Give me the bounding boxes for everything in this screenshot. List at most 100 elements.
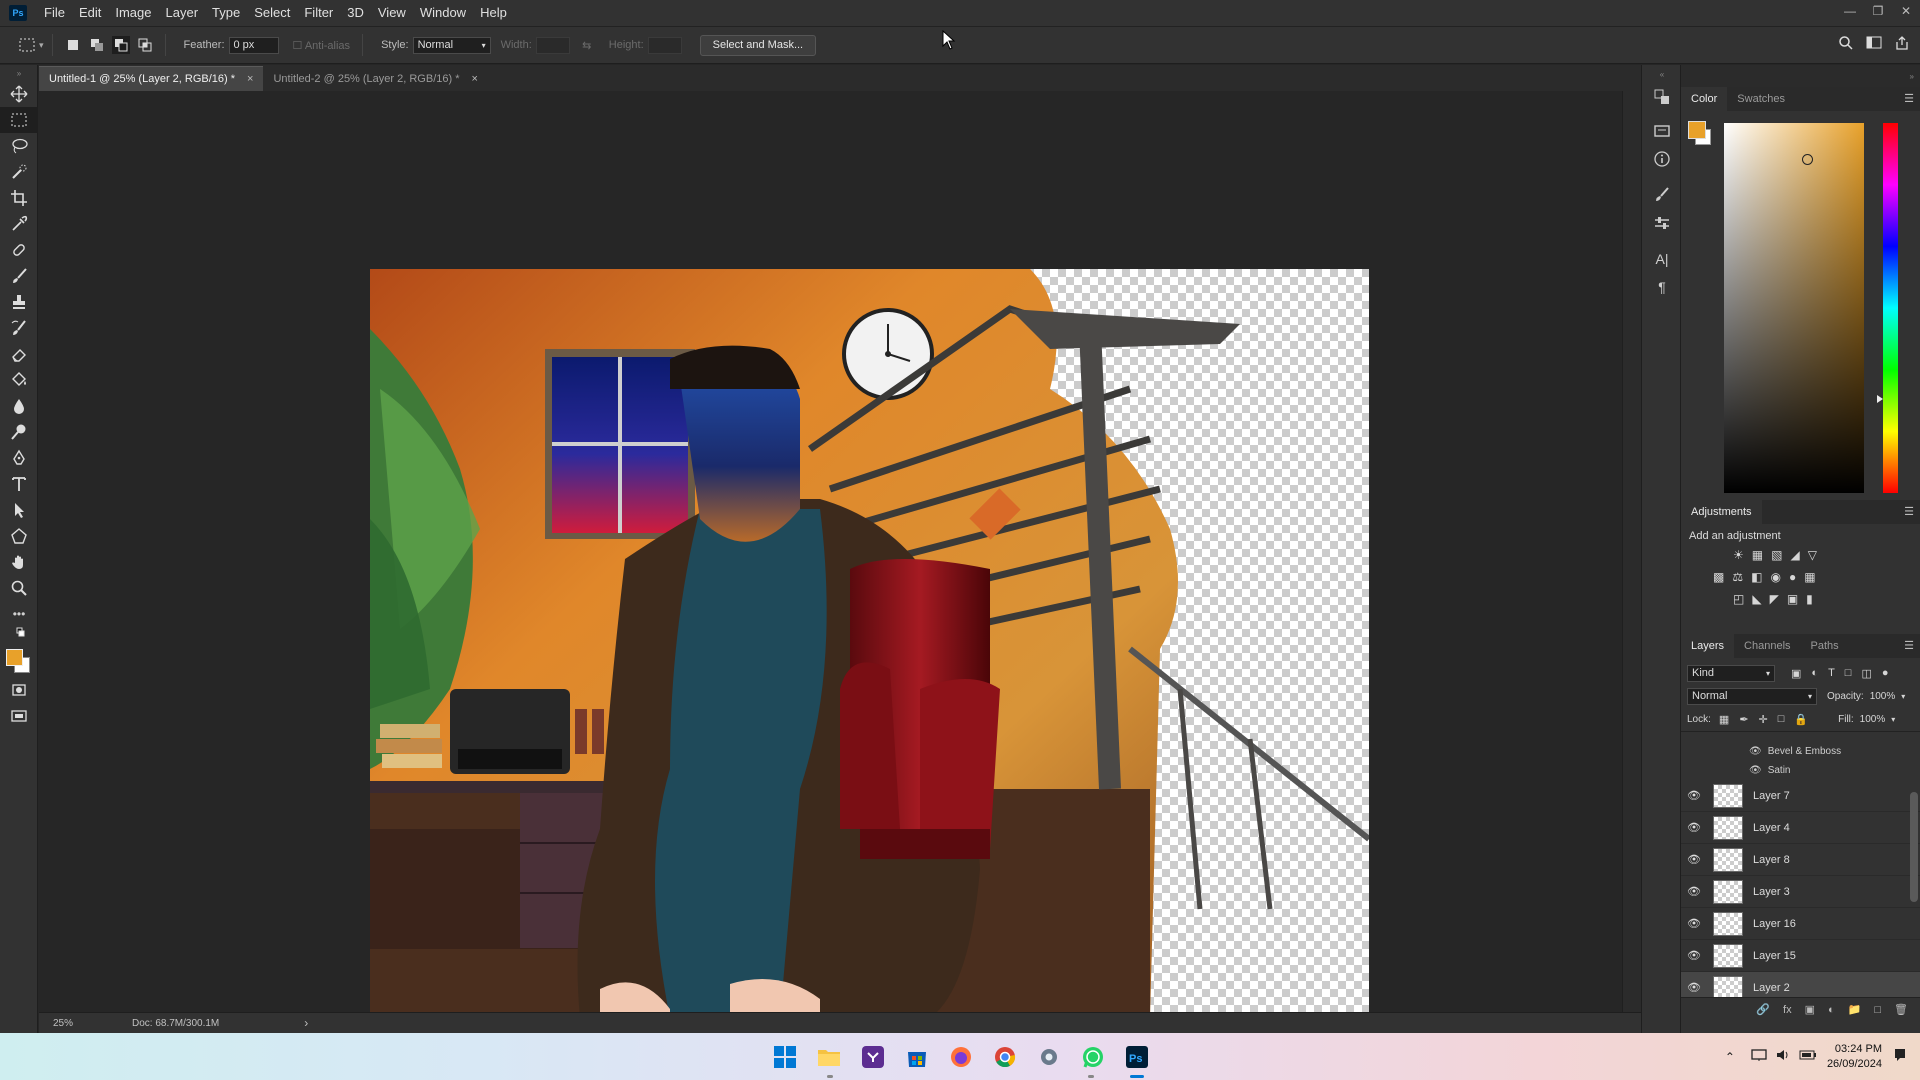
document-canvas[interactable] <box>370 269 1369 1018</box>
hue-saturation-icon[interactable]: ▩ <box>1713 570 1724 584</box>
screen-mode-icon[interactable] <box>0 703 38 729</box>
clone-stamp-tool-icon[interactable] <box>0 289 38 315</box>
workspace-icon[interactable] <box>1866 35 1882 54</box>
share-icon[interactable] <box>1894 35 1910 54</box>
pen-tool-icon[interactable] <box>0 445 38 471</box>
properties-panel-icon[interactable] <box>1642 117 1682 145</box>
new-adjustment-icon[interactable]: ◐ <box>1828 1004 1835 1016</box>
hue-slider-handle[interactable] <box>1877 395 1883 403</box>
settings-icon[interactable] <box>1034 1042 1064 1072</box>
channel-mixer-icon[interactable]: ● <box>1789 570 1796 584</box>
default-colors-icon[interactable] <box>0 627 38 645</box>
collapse-icon[interactable]: « <box>1642 65 1682 83</box>
layer-row[interactable]: 👁 Layer 7 <box>1681 780 1920 812</box>
black-white-icon[interactable]: ◧ <box>1751 570 1762 584</box>
network-icon[interactable] <box>1751 1048 1767 1065</box>
vibrance-icon[interactable]: ▽ <box>1808 548 1817 562</box>
zoom-tool-icon[interactable] <box>0 575 38 601</box>
color-field[interactable] <box>1724 123 1864 493</box>
notification-icon[interactable] <box>1892 1047 1908 1066</box>
layer-filter-select[interactable]: Kind ▾ <box>1687 664 1775 682</box>
blend-mode-select[interactable]: Normal ▾ <box>1687 687 1817 705</box>
feather-input[interactable]: 0 px <box>228 36 279 54</box>
layer-row[interactable]: 👁 Layer 15 <box>1681 940 1920 972</box>
type-tool-icon[interactable] <box>0 471 38 497</box>
volume-icon[interactable] <box>1775 1048 1791 1065</box>
adjustment-filter-icon[interactable]: ◐ <box>1811 667 1818 680</box>
photoshop-taskbar-icon[interactable]: Ps <box>1122 1042 1152 1072</box>
panel-menu-icon[interactable]: ☰ <box>1904 505 1914 518</box>
width-input[interactable] <box>535 36 570 54</box>
color-balance-icon[interactable]: ⚖ <box>1732 570 1743 584</box>
menu-type[interactable]: Type <box>205 0 247 26</box>
tab-paths[interactable]: Paths <box>1801 634 1849 658</box>
adjustment-sliders-icon[interactable] <box>1642 209 1682 237</box>
eye-icon[interactable]: 👁 <box>1681 821 1707 834</box>
chevron-up-icon[interactable]: ⌃ <box>1725 1050 1735 1064</box>
clock[interactable]: 03:24 PM 26/09/2024 <box>1827 1042 1882 1072</box>
layer-row[interactable]: 👁 Layer 16 <box>1681 908 1920 940</box>
delete-layer-icon[interactable]: 🗑 <box>1894 1003 1908 1016</box>
history-panel-icon[interactable] <box>1642 83 1682 111</box>
curves-icon[interactable]: ▧ <box>1771 548 1782 562</box>
whatsapp-icon[interactable] <box>1078 1042 1108 1072</box>
lock-position-icon[interactable]: ✛ <box>1759 713 1768 726</box>
style-select[interactable]: Normal ▾ <box>412 36 491 54</box>
paragraph-panel-icon[interactable]: ¶ <box>1642 273 1682 301</box>
eye-icon[interactable]: 👁 <box>1681 853 1707 866</box>
filter-toggle-icon[interactable]: ● <box>1882 667 1889 680</box>
tab-color[interactable]: Color <box>1681 87 1728 111</box>
search-icon[interactable] <box>1838 35 1854 54</box>
layer-style-icon[interactable]: fx <box>1783 1004 1792 1016</box>
exposure-icon[interactable]: ◢ <box>1790 548 1799 562</box>
hand-tool-icon[interactable] <box>0 549 38 575</box>
height-input[interactable] <box>647 36 682 54</box>
levels-icon[interactable]: ▦ <box>1752 548 1763 562</box>
brush-tool-icon[interactable] <box>0 263 38 289</box>
status-arrow-icon[interactable]: › <box>304 1016 308 1030</box>
vertical-scrollbar[interactable] <box>1622 91 1641 1012</box>
chevron-down-icon[interactable]: ▾ <box>1891 715 1895 724</box>
close-icon[interactable]: × <box>247 73 253 85</box>
tab-swatches[interactable]: Swatches <box>1727 87 1795 111</box>
type-filter-icon[interactable]: T <box>1828 667 1835 680</box>
rectangular-marquee-icon[interactable] <box>18 36 36 54</box>
quick-mask-icon[interactable] <box>0 677 38 703</box>
intersect-selection-icon[interactable] <box>136 36 154 54</box>
opacity-value[interactable]: 100% <box>1870 691 1896 702</box>
new-layer-icon[interactable]: □ <box>1874 1004 1881 1016</box>
menu-edit[interactable]: Edit <box>72 0 108 26</box>
effect-bevel-emboss[interactable]: 👁 Bevel & Emboss <box>1681 742 1920 761</box>
eyedropper-tool-icon[interactable] <box>0 211 38 237</box>
restore-icon[interactable]: ❐ <box>1864 0 1892 22</box>
smart-object-filter-icon[interactable]: ◫ <box>1861 667 1871 680</box>
healing-brush-tool-icon[interactable] <box>0 237 38 263</box>
panel-menu-icon[interactable]: ☰ <box>1904 639 1914 652</box>
panel-menu-icon[interactable]: ☰ <box>1904 92 1914 105</box>
layer-row[interactable]: 👁 Layer 4 <box>1681 812 1920 844</box>
collapse-icon[interactable]: » <box>0 65 38 81</box>
eraser-tool-icon[interactable] <box>0 341 38 367</box>
lock-transparency-icon[interactable]: ▦ <box>1719 713 1729 726</box>
tab-channels[interactable]: Channels <box>1734 634 1800 658</box>
add-selection-icon[interactable] <box>88 36 106 54</box>
eye-icon[interactable]: 👁 <box>1681 981 1707 994</box>
menu-view[interactable]: View <box>371 0 413 26</box>
color-fg-swatch[interactable] <box>1688 121 1706 139</box>
eye-icon[interactable]: 👁 <box>1749 765 1762 776</box>
eye-icon[interactable]: 👁 <box>1681 789 1707 802</box>
menu-window[interactable]: Window <box>413 0 473 26</box>
brightness-icon[interactable]: ☀ <box>1733 548 1744 562</box>
invert-icon[interactable]: ◰ <box>1733 592 1744 606</box>
crop-tool-icon[interactable] <box>0 185 38 211</box>
color-lookup-icon[interactable]: ▦ <box>1804 570 1815 584</box>
photo-filter-icon[interactable]: ◉ <box>1770 570 1780 584</box>
minimize-icon[interactable]: — <box>1836 0 1864 22</box>
chevron-down-icon[interactable]: ▾ <box>39 40 44 51</box>
file-explorer-icon[interactable] <box>814 1042 844 1072</box>
menu-filter[interactable]: Filter <box>297 0 340 26</box>
shape-tool-icon[interactable] <box>0 523 38 549</box>
dodge-tool-icon[interactable] <box>0 419 38 445</box>
microsoft-store-icon[interactable] <box>902 1042 932 1072</box>
visual-studio-icon[interactable] <box>858 1042 888 1072</box>
